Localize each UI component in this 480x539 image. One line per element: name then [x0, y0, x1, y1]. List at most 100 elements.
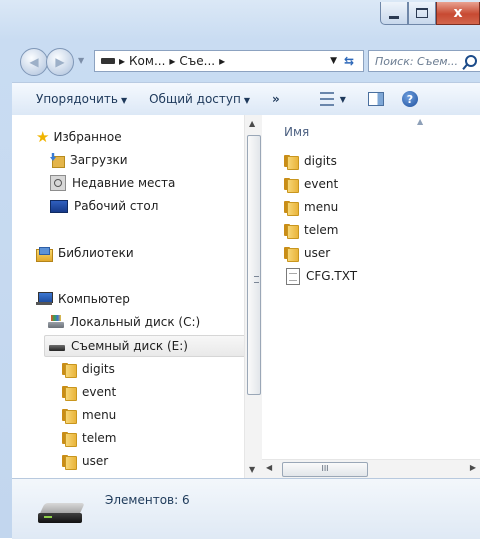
file-list-pane: ▲ Имя digits event menu telem user CFG.T… [262, 115, 480, 478]
explorer-window: x ◀ ▶ ▼ ▸ Ком... ▸ Съе... ▸ ▼ ⇆ Поиск: С… [0, 0, 480, 539]
nav-folder-label: user [82, 454, 109, 468]
share-label: Общий доступ [149, 92, 241, 106]
nav-folder-label: digits [82, 362, 115, 376]
file-item-user[interactable]: user [284, 243, 330, 263]
folder-icon [62, 385, 77, 401]
view-list-icon [319, 92, 334, 106]
folder-icon [284, 200, 299, 216]
nav-item-downloads[interactable]: Загрузки [50, 150, 128, 170]
nav-folder-event[interactable]: event [62, 382, 116, 402]
preview-pane-button[interactable] [367, 92, 384, 106]
libraries-icon [36, 246, 53, 262]
minimize-icon [389, 15, 399, 19]
scroll-left-icon[interactable]: ◀ [266, 463, 272, 472]
scroll-down-icon[interactable]: ▼ [249, 465, 255, 474]
folder-icon [284, 246, 299, 262]
maximize-button[interactable] [408, 2, 436, 25]
file-item-label: CFG.TXT [306, 269, 358, 283]
folder-icon [284, 154, 299, 170]
view-options-button[interactable]: ▼ [319, 92, 346, 106]
nav-drive-e[interactable]: Съемный диск (E:) [44, 335, 246, 357]
nav-favorites-label: Избранное [53, 130, 122, 144]
organize-menu[interactable]: Упорядочить ▼ [36, 92, 127, 106]
folder-icon [62, 431, 77, 447]
nav-item-desktop[interactable]: Рабочий стол [50, 196, 158, 216]
nav-drive-label: Локальный диск (C:) [70, 315, 201, 329]
nav-computer-label: Компьютер [58, 292, 130, 306]
file-item-telem[interactable]: telem [284, 220, 339, 240]
local-disk-icon [48, 315, 64, 329]
forward-button[interactable]: ▶ [46, 48, 74, 76]
recent-places-icon [50, 175, 66, 191]
text-file-icon [286, 267, 300, 285]
downloads-icon [50, 153, 65, 168]
folder-icon [62, 362, 77, 378]
scroll-right-icon[interactable]: ▶ [470, 463, 476, 472]
address-bar[interactable]: ▸ Ком... ▸ Съе... ▸ ▼ ⇆ [94, 50, 364, 72]
address-dropdown-icon[interactable]: ▼ [330, 56, 337, 66]
organize-label: Упорядочить [36, 92, 118, 106]
share-menu[interactable]: Общий доступ ▼ [149, 92, 250, 106]
refresh-icon[interactable]: ⇆ [339, 54, 359, 68]
grip-icon [254, 276, 259, 283]
chevron-down-icon: ▼ [120, 96, 128, 105]
search-input[interactable]: Поиск: Съем... [375, 55, 458, 68]
nav-item-label: Недавние места [72, 176, 176, 190]
folder-icon [284, 223, 299, 239]
navigation-pane: ★ Избранное Загрузки Недавние места Рабо… [12, 115, 246, 478]
breadcrumb-separator-icon[interactable]: ▸ [119, 54, 125, 68]
back-arrow-icon: ◀ [29, 55, 39, 69]
file-item-cfg-txt[interactable]: CFG.TXT [286, 266, 357, 286]
search-icon[interactable] [465, 55, 477, 67]
file-item-event[interactable]: event [284, 174, 338, 194]
breadcrumb-removable-disk[interactable]: Съе... [179, 54, 215, 68]
scrollbar-thumb[interactable]: III [282, 462, 368, 477]
nav-item-recent-places[interactable]: Недавние места [50, 173, 175, 193]
nav-computer[interactable]: Компьютер [36, 289, 130, 309]
removable-disk-icon [49, 345, 65, 351]
nav-folder-menu[interactable]: menu [62, 405, 116, 425]
nav-folder-label: telem [82, 431, 117, 445]
search-box[interactable]: Поиск: Съем... [368, 50, 480, 72]
sort-arrow-icon: ▲ [417, 117, 424, 126]
help-button[interactable]: ? [401, 91, 418, 107]
minimize-button[interactable] [380, 2, 408, 25]
computer-icon [36, 292, 53, 306]
forward-arrow-icon: ▶ [55, 55, 65, 69]
file-item-menu[interactable]: menu [284, 197, 338, 217]
scroll-up-icon[interactable]: ▲ [249, 119, 255, 128]
file-item-label: event [304, 177, 339, 191]
close-button[interactable]: x [436, 2, 480, 25]
breadcrumb-separator-icon[interactable]: ▸ [219, 54, 225, 68]
command-bar: Упорядочить ▼ Общий доступ ▼ » ▼ ? [12, 82, 480, 116]
file-item-label: user [304, 246, 331, 260]
scrollbar-thumb[interactable] [247, 135, 261, 395]
file-item-label: telem [304, 223, 339, 237]
maximize-icon [416, 8, 428, 18]
back-button[interactable]: ◀ [20, 48, 48, 76]
folder-icon [62, 454, 77, 470]
history-dropdown-icon[interactable]: ▼ [78, 56, 84, 65]
nav-libraries[interactable]: Библиотеки [36, 243, 134, 263]
removable-disk-large-icon [38, 503, 86, 525]
nav-favorites[interactable]: ★ Избранное [36, 127, 122, 147]
chevron-down-icon: ▼ [243, 96, 250, 105]
more-commands-button[interactable]: » [272, 92, 280, 106]
breadcrumb-computer[interactable]: Ком... [129, 54, 165, 68]
breadcrumb-separator-icon[interactable]: ▸ [169, 54, 175, 68]
nav-folder-telem[interactable]: telem [62, 428, 117, 448]
nav-folder-digits[interactable]: digits [62, 359, 115, 379]
column-header-name[interactable]: Имя [284, 125, 309, 139]
file-pane-horizontal-scrollbar[interactable]: ◀ III ▶ [262, 459, 480, 479]
navigation-pane-scrollbar[interactable]: ▲ ▼ [244, 115, 262, 478]
preview-pane-icon [367, 92, 384, 106]
file-item-label: menu [304, 200, 339, 214]
star-icon: ★ [36, 128, 50, 146]
nav-libraries-label: Библиотеки [58, 246, 134, 260]
file-item-digits[interactable]: digits [284, 151, 337, 171]
nav-folder-label: menu [82, 408, 117, 422]
folder-icon [62, 408, 77, 424]
nav-folder-user[interactable]: user [62, 451, 108, 471]
drive-icon [101, 58, 115, 64]
nav-drive-c[interactable]: Локальный диск (C:) [48, 312, 200, 332]
